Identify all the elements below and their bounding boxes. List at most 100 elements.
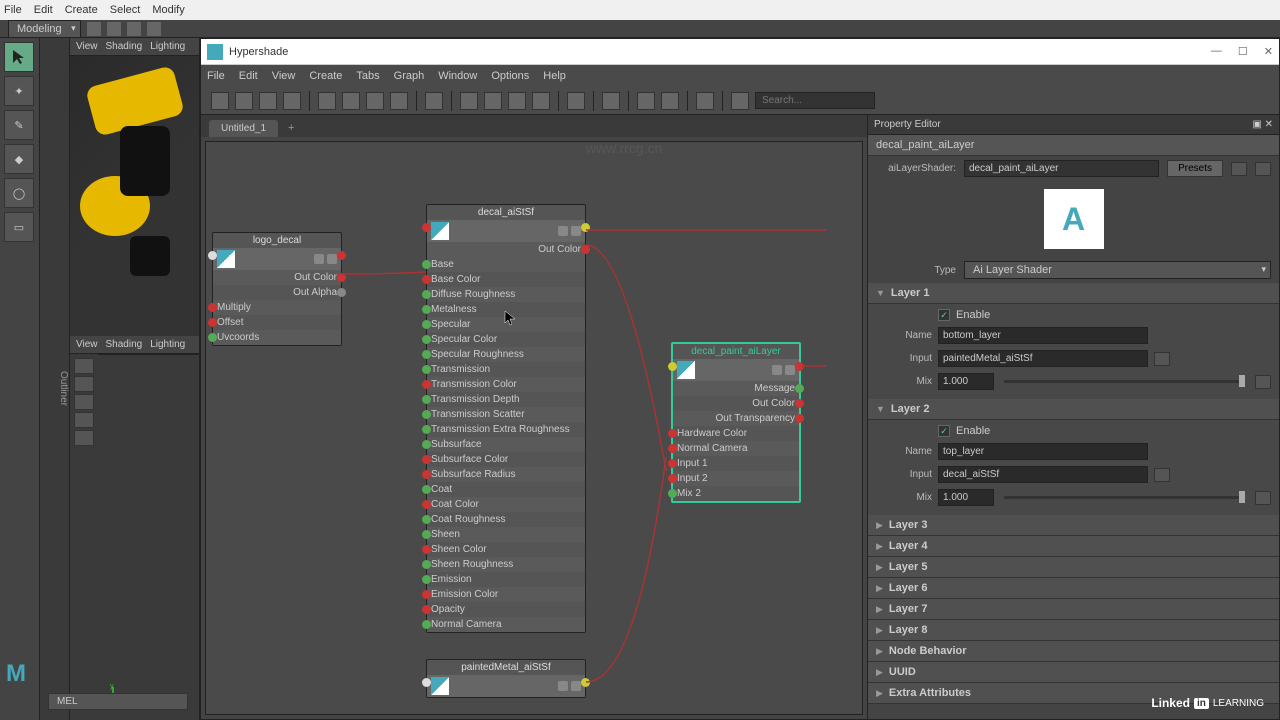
hs-menu-graph[interactable]: Graph bbox=[394, 70, 425, 82]
input-port[interactable] bbox=[422, 575, 431, 584]
tb-icon[interactable] bbox=[235, 92, 253, 110]
input-port[interactable] bbox=[422, 335, 431, 344]
input-port[interactable] bbox=[422, 440, 431, 449]
input-port[interactable] bbox=[422, 530, 431, 539]
attr-input-2[interactable]: Input 2 bbox=[673, 471, 799, 486]
lasso-tool[interactable]: ✦ bbox=[4, 76, 34, 106]
mix-slider[interactable] bbox=[1004, 496, 1245, 499]
layer1-name-input[interactable] bbox=[938, 327, 1148, 344]
attr-row[interactable]: Opacity bbox=[427, 602, 585, 617]
input-port[interactable] bbox=[422, 500, 431, 509]
input-port[interactable] bbox=[668, 429, 677, 438]
hs-menu-help[interactable]: Help bbox=[543, 70, 566, 82]
shelf-btn[interactable] bbox=[74, 430, 94, 446]
menu-file[interactable]: File bbox=[4, 4, 22, 16]
tb-icon[interactable] bbox=[484, 92, 502, 110]
output-port[interactable] bbox=[337, 288, 346, 297]
input-port[interactable] bbox=[422, 425, 431, 434]
layer2-input-field[interactable] bbox=[938, 466, 1148, 483]
section-layer-3[interactable]: ▶Layer 3 bbox=[868, 515, 1279, 536]
attr-row[interactable]: Emission Color bbox=[427, 587, 585, 602]
enable-checkbox[interactable]: ✓ bbox=[938, 309, 950, 321]
secondary-viewport[interactable]: y bbox=[98, 354, 199, 720]
hs-menu-window[interactable]: Window bbox=[438, 70, 477, 82]
mel-input[interactable]: MEL bbox=[48, 693, 188, 710]
attr-row[interactable]: Specular bbox=[427, 317, 585, 332]
section-layer-7[interactable]: ▶Layer 7 bbox=[868, 599, 1279, 620]
tb-icon[interactable] bbox=[661, 92, 679, 110]
output-port[interactable] bbox=[337, 251, 346, 260]
output-port[interactable] bbox=[795, 362, 804, 371]
map-button[interactable] bbox=[1154, 468, 1170, 482]
search-icon[interactable] bbox=[567, 92, 585, 110]
attr-out-color[interactable]: Out Color bbox=[673, 396, 799, 411]
attr-row[interactable]: Transmission Color bbox=[427, 377, 585, 392]
input-port[interactable] bbox=[422, 455, 431, 464]
attr-message[interactable]: Message bbox=[673, 381, 799, 396]
menu-select[interactable]: Select bbox=[110, 4, 141, 16]
node-opt-icon[interactable] bbox=[558, 681, 568, 691]
input-port[interactable] bbox=[208, 251, 217, 260]
attr-normal-camera[interactable]: Normal Camera bbox=[673, 441, 799, 456]
input-port[interactable] bbox=[422, 515, 431, 524]
node-opt-icon[interactable] bbox=[571, 681, 581, 691]
attr-row[interactable]: Emission bbox=[427, 572, 585, 587]
hs-menu-tabs[interactable]: Tabs bbox=[356, 70, 379, 82]
attr-row[interactable]: Sheen Roughness bbox=[427, 557, 585, 572]
attr-row[interactable]: Transmission Depth bbox=[427, 392, 585, 407]
input-port[interactable] bbox=[422, 410, 431, 419]
search-input[interactable] bbox=[755, 92, 875, 109]
select-tool[interactable] bbox=[4, 42, 34, 72]
attr-row[interactable]: Base Color bbox=[427, 272, 585, 287]
presets-button[interactable]: Presets bbox=[1167, 160, 1223, 177]
section-layer-8[interactable]: ▶Layer 8 bbox=[868, 620, 1279, 641]
node-header[interactable] bbox=[673, 359, 799, 381]
close-icon[interactable]: ✕ bbox=[1264, 45, 1273, 58]
section-layer-5[interactable]: ▶Layer 5 bbox=[868, 557, 1279, 578]
attr-row[interactable]: Base bbox=[427, 257, 585, 272]
tb-icon[interactable] bbox=[731, 92, 749, 110]
attr-uvcoords[interactable]: Uvcoords bbox=[213, 330, 341, 345]
node-header[interactable] bbox=[213, 248, 341, 270]
paint-tool[interactable]: ✎ bbox=[4, 110, 34, 140]
input-port[interactable] bbox=[208, 333, 217, 342]
section-node-behavior[interactable]: ▶Node Behavior bbox=[868, 641, 1279, 662]
node-opt-icon[interactable] bbox=[772, 365, 782, 375]
attr-out-color[interactable]: Out Color bbox=[213, 270, 341, 285]
hs-menu-file[interactable]: File bbox=[207, 70, 225, 82]
vp-view-2[interactable]: View bbox=[76, 339, 98, 350]
tb-icon[interactable] bbox=[366, 92, 384, 110]
input-port[interactable] bbox=[208, 303, 217, 312]
input-port[interactable] bbox=[422, 678, 431, 687]
toolbar-icon[interactable] bbox=[87, 22, 101, 36]
mix-slider[interactable] bbox=[1004, 380, 1245, 383]
attr-row[interactable]: Coat bbox=[427, 482, 585, 497]
attr-row[interactable]: Subsurface bbox=[427, 437, 585, 452]
input-port[interactable] bbox=[422, 380, 431, 389]
node-paintedmetal-aistsf[interactable]: paintedMetal_aiStSf bbox=[426, 659, 586, 698]
tb-icon[interactable] bbox=[532, 92, 550, 110]
input-port[interactable] bbox=[422, 560, 431, 569]
shader-name-input[interactable] bbox=[964, 160, 1159, 177]
node-header[interactable] bbox=[427, 675, 585, 697]
input-port[interactable] bbox=[422, 485, 431, 494]
section-layer-4[interactable]: ▶Layer 4 bbox=[868, 536, 1279, 557]
section-layer-2[interactable]: ▼Layer 2 bbox=[868, 399, 1279, 420]
input-port[interactable] bbox=[422, 590, 431, 599]
pin-icon[interactable]: ▣ bbox=[1252, 119, 1261, 130]
node-decal-aistsf[interactable]: decal_aiStSf Out Color BaseBase ColorDif… bbox=[426, 204, 586, 633]
attr-out-alpha[interactable]: Out Alpha bbox=[213, 285, 341, 300]
node-header[interactable] bbox=[427, 220, 585, 242]
input-port[interactable] bbox=[668, 362, 677, 371]
attr-multiply[interactable]: Multiply bbox=[213, 300, 341, 315]
attr-row[interactable]: Transmission Scatter bbox=[427, 407, 585, 422]
node-opt-icon[interactable] bbox=[314, 254, 324, 264]
attr-row[interactable]: Coat Roughness bbox=[427, 512, 585, 527]
section-layer-1[interactable]: ▼Layer 1 bbox=[868, 283, 1279, 304]
input-port[interactable] bbox=[422, 395, 431, 404]
node-opt-icon[interactable] bbox=[327, 254, 337, 264]
attr-mix-2[interactable]: Mix 2 bbox=[673, 486, 799, 501]
shelf-btn[interactable] bbox=[74, 412, 94, 428]
shelf-btn[interactable] bbox=[74, 394, 94, 410]
workspace-dropdown[interactable]: Modeling bbox=[8, 20, 81, 38]
